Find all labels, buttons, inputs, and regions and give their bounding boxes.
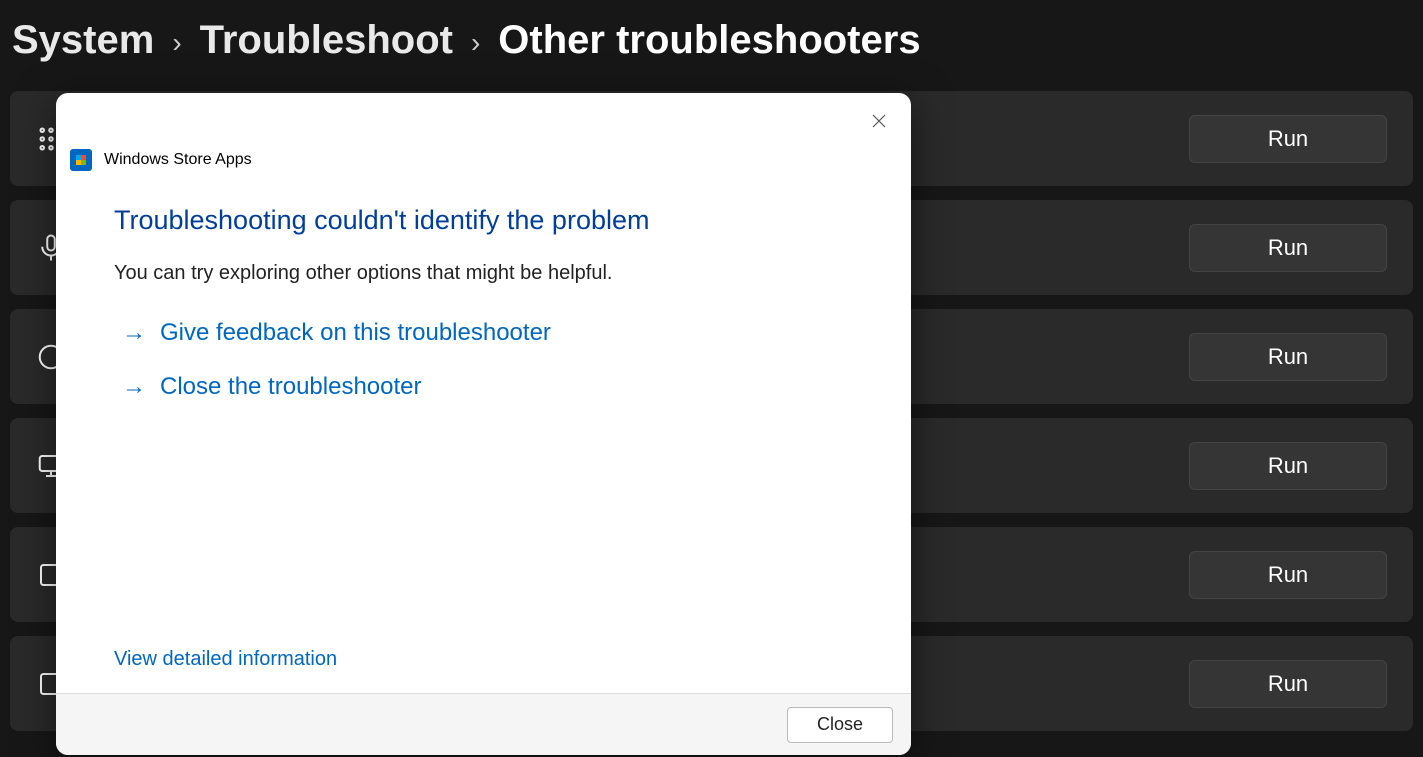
dialog-title: Windows Store Apps bbox=[104, 151, 252, 169]
run-button[interactable]: Run bbox=[1189, 115, 1387, 163]
run-button[interactable]: Run bbox=[1189, 551, 1387, 599]
chevron-right-icon: › bbox=[172, 27, 181, 59]
breadcrumb-other-troubleshooters: Other troubleshooters bbox=[498, 18, 920, 63]
troubleshooter-dialog: Windows Store Apps Troubleshooting could… bbox=[56, 93, 911, 755]
run-button[interactable]: Run bbox=[1189, 224, 1387, 272]
chevron-right-icon: › bbox=[471, 27, 480, 59]
view-detailed-information-link[interactable]: View detailed information bbox=[114, 648, 337, 671]
dialog-body: Troubleshooting couldn't identify the pr… bbox=[56, 171, 911, 693]
dialog-title-row: Windows Store Apps bbox=[56, 93, 911, 171]
run-button[interactable]: Run bbox=[1189, 660, 1387, 708]
link-label: Close the troubleshooter bbox=[160, 373, 422, 401]
windows-store-icon bbox=[70, 149, 92, 171]
run-button[interactable]: Run bbox=[1189, 442, 1387, 490]
breadcrumb-troubleshoot[interactable]: Troubleshoot bbox=[200, 18, 453, 63]
dialog-footer: Close bbox=[56, 693, 911, 755]
dialog-heading: Troubleshooting couldn't identify the pr… bbox=[114, 205, 855, 236]
link-label: Give feedback on this troubleshooter bbox=[160, 319, 551, 347]
breadcrumb-system[interactable]: System bbox=[12, 18, 154, 63]
arrow-right-icon: → bbox=[122, 321, 146, 345]
give-feedback-link[interactable]: → Give feedback on this troubleshooter bbox=[114, 319, 855, 347]
run-button[interactable]: Run bbox=[1189, 333, 1387, 381]
breadcrumb: System › Troubleshoot › Other troublesho… bbox=[0, 0, 1423, 91]
arrow-right-icon: → bbox=[122, 375, 146, 399]
dialog-description: You can try exploring other options that… bbox=[114, 262, 855, 285]
close-icon[interactable] bbox=[865, 107, 893, 135]
close-troubleshooter-link[interactable]: → Close the troubleshooter bbox=[114, 373, 855, 401]
close-button[interactable]: Close bbox=[787, 707, 893, 743]
